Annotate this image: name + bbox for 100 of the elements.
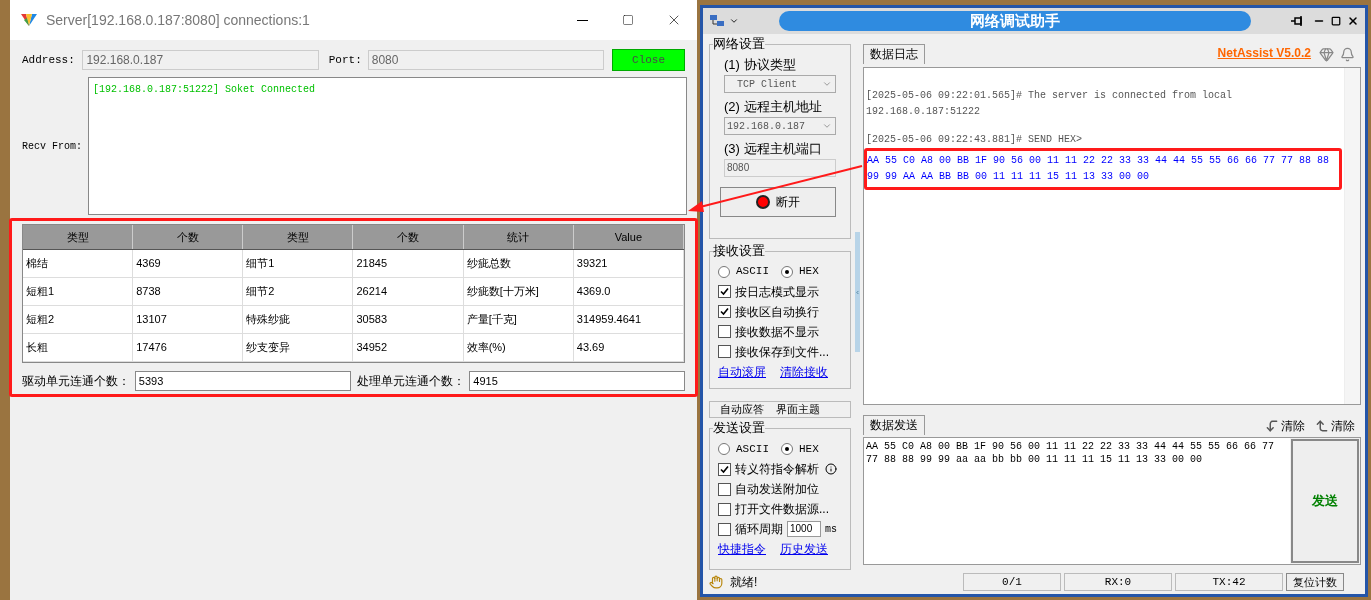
panel-tab[interactable]: 自动应答 [720, 403, 764, 416]
log-line: [2025-05-06 09:22:01.565]# The server is connected from local [866, 89, 1234, 103]
table-cell: 4369 [133, 250, 244, 277]
table-cell: 产量[千克] [463, 306, 574, 333]
drive-label: 驱动单元连通个数： [22, 373, 131, 390]
checkbox[interactable] [718, 502, 731, 516]
radio-button[interactable] [718, 265, 730, 278]
checkbox[interactable] [718, 285, 731, 299]
close-connection-button[interactable]: Close [612, 49, 685, 71]
unit-label: ms [825, 522, 837, 537]
tx-cell: TX:42 [1175, 573, 1283, 591]
checkbox[interactable] [718, 522, 731, 536]
checkbox[interactable] [718, 482, 731, 496]
clear-button[interactable]: 清除 [1315, 417, 1355, 435]
log-tab[interactable]: 数据日志 [863, 44, 925, 64]
dropdown-icon[interactable] [729, 16, 739, 26]
rx-cell: RX:0 [1064, 573, 1172, 591]
send-text-area[interactable]: AA 55 C0 A8 00 BB 1F 90 56 00 11 11 22 22 33 33 44 44 55 55 66 66 77 77 88 88 99 99 aa aa bb bb 00 11 11 11 15 11 13 33 00 00 [864, 438, 1290, 564]
radio-button[interactable] [781, 265, 793, 278]
address-label: Address: [22, 52, 76, 68]
pin-icon[interactable] [1291, 16, 1305, 26]
column-header[interactable]: 类型 [23, 225, 134, 249]
option-label: 转义符指令解析 [735, 461, 819, 479]
radio-button[interactable] [718, 443, 730, 456]
column-header[interactable]: 个数 [353, 225, 464, 249]
radio-label: HEX [799, 442, 819, 458]
table-cell: 4369.0 [573, 278, 684, 305]
send-tab[interactable]: 数据发送 [863, 415, 925, 435]
column-header[interactable]: 类型 [243, 225, 354, 249]
network-icon[interactable] [709, 14, 725, 28]
column-header[interactable]: Value [573, 225, 684, 249]
drive-field[interactable]: 5393 [134, 371, 351, 391]
process-label: 处理单元连通个数： [356, 373, 466, 390]
column-header[interactable]: 统计 [463, 225, 574, 249]
table-cell: 30583 [353, 306, 464, 333]
table-cell: 34952 [353, 334, 464, 361]
log-line: AA 55 C0 A8 00 BB 1F 90 56 00 11 11 22 22 33 33 44 44 55 55 66 66 77 77 88 88 [867, 154, 1331, 168]
table-cell: 8738 [133, 278, 244, 305]
window-title: Server[192.168.0.187:8080] connections:1 [46, 10, 310, 30]
group-title: 接收设置 [713, 242, 765, 259]
disconnect-button[interactable]: 断开 [720, 187, 836, 217]
radio-label: ASCII [736, 442, 769, 458]
send-line: 77 88 88 99 99 aa aa bb bb 00 11 11 11 15 11 13 33 00 00 [866, 453, 1204, 466]
table-cell: 短粗1 [23, 278, 134, 305]
arrow-up-icon [1315, 419, 1329, 433]
action-link[interactable]: 自动滚屏 [718, 362, 766, 381]
log-area[interactable] [863, 67, 1361, 405]
host-select[interactable]: 192.168.0.187 [724, 117, 836, 135]
protocol-select[interactable]: TCP Client [724, 75, 836, 93]
address-field[interactable]: 192.168.0.187 [82, 50, 319, 70]
recv-line: [192.168.0.187:51222] Soket Connected [93, 83, 317, 97]
checkbox[interactable] [718, 345, 731, 359]
group-title: 网络设置 [713, 36, 765, 52]
action-link[interactable]: 历史发送 [780, 540, 828, 559]
table-cell: 纱疵数[十万米] [463, 278, 574, 305]
log-line: 192.168.0.187:51222 [866, 105, 982, 119]
radio-label: HEX [799, 264, 819, 280]
port-field[interactable]: 8080 [367, 50, 605, 70]
table-cell: 长粗 [23, 334, 134, 361]
window-title: 网络调试助手 [970, 10, 1060, 31]
scrollbar[interactable] [1344, 68, 1360, 404]
table-cell: 短粗2 [23, 306, 134, 333]
panel-tab[interactable]: 界面主题 [776, 403, 820, 416]
collapse-handle[interactable] [854, 232, 860, 352]
send-button[interactable]: 发送 [1291, 439, 1359, 563]
table-cell: 21845 [353, 250, 464, 277]
table-cell: 纱疵总数 [463, 250, 574, 277]
checkbox[interactable] [718, 462, 731, 476]
maximize-icon[interactable] [1331, 16, 1341, 26]
action-link[interactable]: 清除接收 [780, 362, 828, 381]
clear-button[interactable]: 清除 [1265, 417, 1305, 435]
process-field[interactable]: 4915 [469, 371, 685, 391]
checkbox[interactable] [718, 325, 731, 339]
recv-label: Recv From: [22, 139, 83, 154]
close-icon[interactable] [1347, 15, 1359, 27]
log-line: 99 99 AA AA BB BB 00 11 11 11 15 11 13 33 00 00 [867, 170, 1151, 184]
option-label: 接收数据不显示 [735, 323, 819, 341]
option-label: 接收区自动换行 [735, 303, 819, 321]
info-icon[interactable] [825, 463, 837, 476]
arrow-down-icon [1265, 419, 1279, 433]
column-header[interactable]: 个数 [133, 225, 244, 249]
checkbox[interactable] [718, 305, 731, 319]
table-cell: 特殊纱疵 [243, 306, 354, 333]
count-cell: 0/1 [963, 573, 1061, 591]
port-field[interactable]: 8080 [724, 159, 836, 177]
option-label: 打开文件数据源... [735, 501, 829, 519]
table-cell: 314959.4641 [573, 306, 684, 333]
port-label: Port: [328, 52, 362, 68]
radio-label: ASCII [736, 264, 769, 280]
reset-count-button[interactable]: 复位计数 [1286, 573, 1344, 591]
table-cell: 细节1 [243, 250, 354, 277]
action-link[interactable]: 快捷指令 [718, 540, 766, 559]
option-label: 按日志模式显示 [735, 283, 819, 301]
diamond-icon[interactable] [1319, 47, 1334, 62]
status-text: 就绪! [730, 574, 758, 591]
radio-button[interactable] [781, 443, 793, 456]
option-label: 接收保存到文件... [735, 343, 829, 361]
bell-icon[interactable] [1340, 47, 1355, 62]
minimize-icon [576, 19, 588, 21]
period-field[interactable]: 1000 [787, 521, 821, 538]
